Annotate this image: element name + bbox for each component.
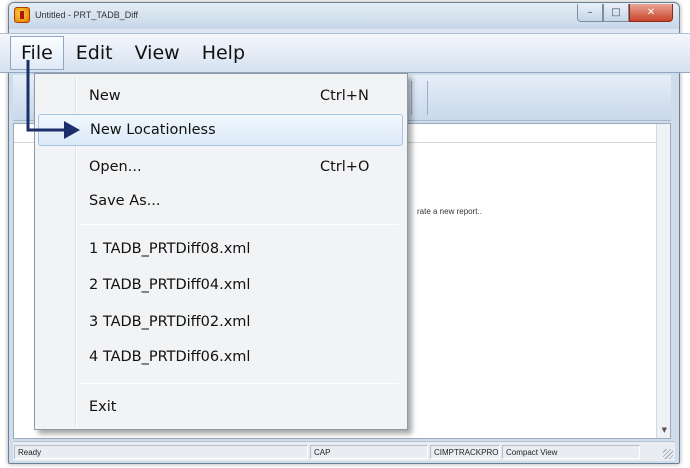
menu-item-new[interactable]: New Ctrl+N <box>38 81 403 113</box>
status-bar: Ready CAP CIMPTRACKPRO Compact View <box>13 441 675 461</box>
menu-edit[interactable]: Edit <box>66 36 123 70</box>
menu-item-recent-file[interactable]: 1 TADB_PRTDiff08.xml <box>38 234 403 266</box>
menu-item-label: Save As... <box>89 193 161 209</box>
hint-text: rate a new report.. <box>417 207 482 216</box>
close-button[interactable]: ✕ <box>629 4 673 22</box>
menu-item-label: 3 TADB_PRTDiff02.xml <box>89 314 251 330</box>
maximize-button[interactable]: □ <box>603 4 629 22</box>
shortcut-label: Ctrl+N <box>320 88 369 104</box>
caption-buttons: – □ ✕ <box>577 4 673 22</box>
menu-item-recent-file[interactable]: 4 TADB_PRTDiff06.xml <box>38 342 403 374</box>
menu-item-label: 1 TADB_PRTDiff08.xml <box>89 241 251 257</box>
file-menu-dropdown: New Ctrl+N New Locationless Open... Ctrl… <box>34 73 408 430</box>
title-bar[interactable]: Untitled - PRT_TADB_Diff – □ ✕ <box>9 3 679 29</box>
menu-separator <box>80 383 399 384</box>
menu-item-open[interactable]: Open... Ctrl+O <box>38 152 403 184</box>
menu-item-label: Exit <box>89 399 117 415</box>
vertical-scrollbar[interactable]: ▼ <box>656 124 670 438</box>
app-icon[interactable] <box>14 7 30 23</box>
status-product: CIMPTRACKPRO <box>430 445 500 459</box>
menu-item-label: New Locationless <box>90 122 216 138</box>
window-title: Untitled - PRT_TADB_Diff <box>35 10 139 20</box>
menu-item-new-locationless[interactable]: New Locationless <box>38 114 403 146</box>
menu-item-label: 2 TADB_PRTDiff04.xml <box>89 277 251 293</box>
menu-item-label: 4 TADB_PRTDiff06.xml <box>89 349 251 365</box>
resize-grip-icon[interactable] <box>663 449 673 459</box>
menu-item-exit[interactable]: Exit <box>38 392 403 424</box>
shortcut-label: Ctrl+O <box>320 159 370 175</box>
menu-item-save-as[interactable]: Save As... <box>38 186 403 218</box>
menu-item-recent-file[interactable]: 3 TADB_PRTDiff02.xml <box>38 307 403 339</box>
status-cap: CAP <box>310 445 428 459</box>
menubar: File Edit View Help <box>0 33 690 73</box>
menu-file[interactable]: File <box>10 36 64 70</box>
menu-separator <box>80 224 399 225</box>
menu-view[interactable]: View <box>125 36 190 70</box>
menu-item-label: New <box>89 88 121 104</box>
status-view: Compact View <box>502 445 640 459</box>
menu-item-label: Open... <box>89 159 142 175</box>
scroll-down-icon[interactable]: ▼ <box>662 426 667 434</box>
toolbar-separator <box>411 81 412 115</box>
status-ready: Ready <box>14 445 308 459</box>
menu-item-recent-file[interactable]: 2 TADB_PRTDiff04.xml <box>38 270 403 302</box>
minimize-button[interactable]: – <box>577 4 603 22</box>
menu-help[interactable]: Help <box>192 36 255 70</box>
toolbar-separator <box>427 81 428 115</box>
